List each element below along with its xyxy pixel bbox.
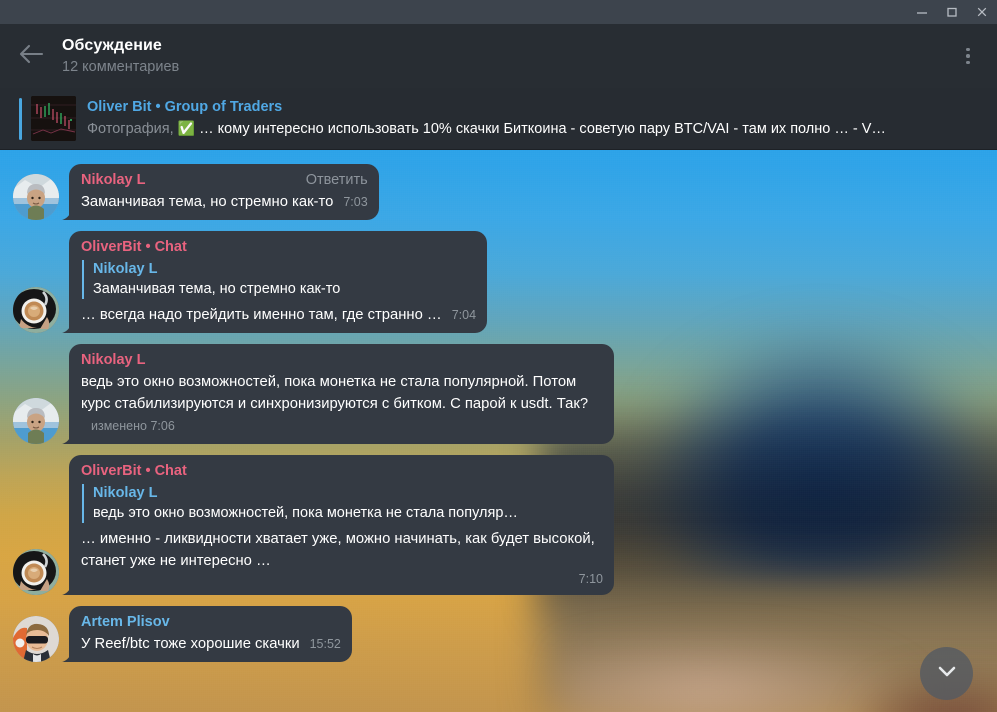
kebab-menu-icon	[966, 47, 970, 65]
post-author: Oliver Bit • Group of Traders	[87, 99, 283, 115]
message-list[interactable]: Ответить Nikolay L Заманчивая тема, но с…	[0, 150, 997, 712]
quoted-text: Заманчивая тема, но стремно как-то	[93, 281, 341, 297]
message-author: Ответить Nikolay L	[81, 171, 368, 190]
message-author-name: Nikolay L	[81, 172, 146, 188]
message-row: Ответить Nikolay L Заманчивая тема, но с…	[0, 164, 997, 220]
back-button[interactable]	[0, 24, 62, 88]
avatar[interactable]	[13, 616, 59, 662]
avatar[interactable]	[13, 549, 59, 595]
message-row: Artem Plisov У Reef/btc тоже хорошие ска…	[0, 606, 997, 662]
message-body: … именно - ликвидности хватает уже, можн…	[81, 531, 595, 569]
message-bubble[interactable]: Ответить Nikolay L Заманчивая тема, но с…	[69, 164, 379, 220]
reply-button[interactable]: Ответить	[306, 171, 368, 190]
message-text: ведь это окно возможностей, пока монетка…	[81, 371, 603, 437]
message-time: 7:10	[578, 572, 603, 586]
quoted-message[interactable]: Nikolay L ведь это окно возможностей, по…	[82, 484, 603, 523]
check-mark-emoji: ✅	[177, 120, 196, 136]
scroll-to-bottom-button[interactable]	[920, 647, 973, 700]
message-author: Artem Plisov	[81, 613, 341, 632]
arrow-left-icon	[18, 43, 45, 70]
avatar[interactable]	[13, 398, 59, 444]
avatar[interactable]	[13, 287, 59, 333]
chevron-down-icon	[935, 659, 959, 688]
message-time: изменено 7:06	[91, 419, 175, 433]
chat-header-texts: Обсуждение 12 комментариев	[62, 36, 939, 77]
message-text: … именно - ликвидности хватает уже, можн…	[81, 528, 603, 572]
message-text: У Reef/btc тоже хорошие скачки 15:52	[81, 633, 341, 655]
linked-post-bar[interactable]: Oliver Bit • Group of Traders Фотография…	[0, 88, 997, 150]
message-row: Nikolay L ведь это окно возможностей, по…	[0, 344, 997, 444]
quoted-author: Nikolay L	[93, 261, 158, 277]
maximize-button[interactable]	[937, 0, 967, 24]
message-bubble[interactable]: Nikolay L ведь это окно возможностей, по…	[69, 344, 614, 444]
message-bubble[interactable]: Artem Plisov У Reef/btc тоже хорошие ска…	[69, 606, 352, 662]
message-body: Заманчивая тема, но стремно как-то	[81, 194, 334, 210]
accent-bar	[19, 97, 22, 140]
message-body: У Reef/btc тоже хорошие скачки	[81, 636, 300, 652]
message-author: OliverBit • Chat	[81, 238, 476, 257]
page-title: Обсуждение	[62, 36, 162, 54]
message-time-row: 7:10	[81, 570, 603, 588]
message-author: Nikolay L	[81, 351, 603, 370]
quoted-author: Nikolay L	[93, 485, 158, 501]
post-description: Фотография, ✅ … кому интересно использов…	[87, 118, 886, 139]
message-author: OliverBit • Chat	[81, 462, 603, 481]
message-author-name: OliverBit • Chat	[81, 463, 187, 479]
quoted-message[interactable]: Nikolay L Заманчивая тема, но стремно ка…	[82, 260, 476, 299]
message-bubble[interactable]: OliverBit • Chat Nikolay L Заманчивая те…	[69, 231, 488, 333]
message-author-name: Artem Plisov	[81, 614, 170, 630]
message-time: 7:03	[343, 195, 368, 209]
minimize-button[interactable]	[907, 0, 937, 24]
message-text: … всегда надо трейдить именно там, где с…	[81, 304, 476, 326]
message-author-name: OliverBit • Chat	[81, 239, 187, 255]
message-row: OliverBit • Chat Nikolay L ведь это окно…	[0, 455, 997, 595]
window-titlebar	[0, 0, 997, 24]
message-text: Заманчивая тема, но стремно как-то 7:03	[81, 191, 368, 213]
message-body: ведь это окно возможностей, пока монетка…	[81, 374, 589, 412]
message-bubble[interactable]: OliverBit • Chat Nikolay L ведь это окно…	[69, 455, 614, 595]
chat-header: Обсуждение 12 комментариев	[0, 24, 997, 88]
message-time: 15:52	[309, 637, 341, 651]
avatar[interactable]	[13, 174, 59, 220]
message-body: … всегда надо трейдить именно там, где с…	[81, 307, 442, 323]
telegram-window: Обсуждение 12 комментариев Oliver Bit • …	[0, 0, 997, 712]
post-snippet: … кому интересно использовать 10% скачки…	[199, 121, 886, 137]
message-time: 7:04	[451, 308, 477, 322]
close-button[interactable]	[967, 0, 997, 24]
post-media-kind: Фотография,	[87, 121, 174, 137]
post-text-block: Oliver Bit • Group of Traders Фотография…	[87, 98, 886, 139]
message-author-name: Nikolay L	[81, 352, 146, 368]
comments-count: 12 комментариев	[62, 58, 180, 75]
more-menu-button[interactable]	[939, 24, 997, 88]
post-thumbnail	[31, 96, 76, 141]
message-row: OliverBit • Chat Nikolay L Заманчивая те…	[0, 231, 997, 333]
quoted-text: ведь это окно возможностей, пока монетка…	[93, 505, 518, 521]
